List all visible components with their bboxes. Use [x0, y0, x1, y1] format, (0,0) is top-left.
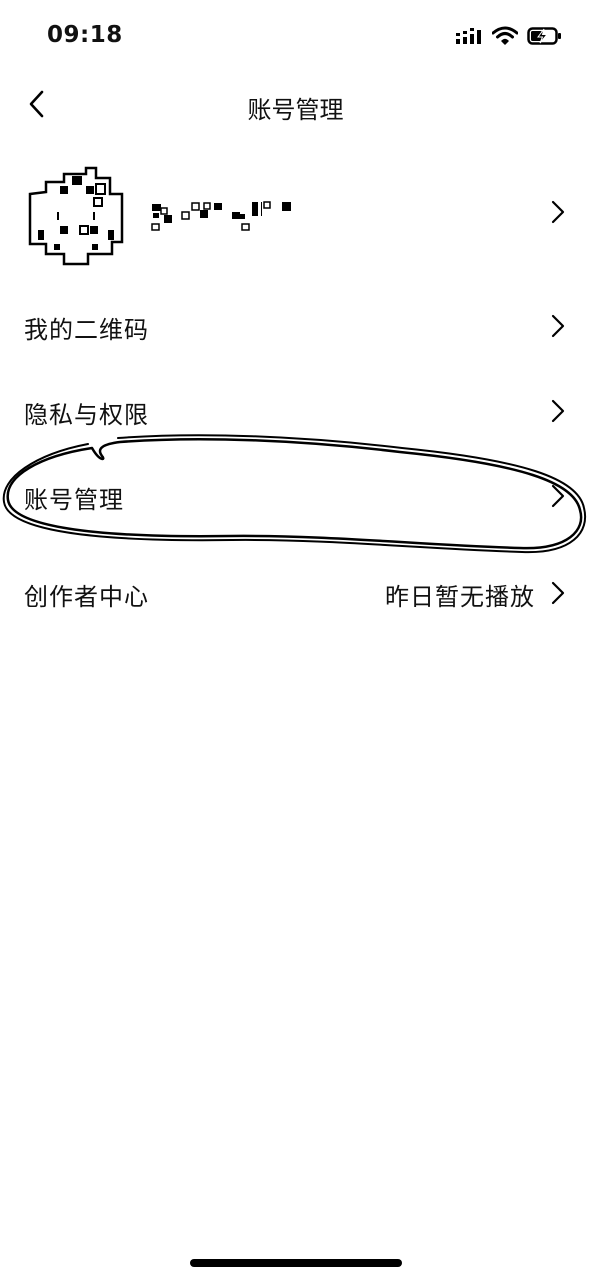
chevron-right-icon	[551, 484, 565, 508]
cellular-signal-icon	[455, 26, 483, 46]
menu-item-qr-code[interactable]: 我的二维码	[0, 284, 591, 368]
status-time: 09:18	[47, 22, 123, 48]
menu-item-label: 账号管理	[24, 486, 124, 514]
home-indicator[interactable]	[190, 1259, 402, 1267]
menu-item-label: 我的二维码	[24, 316, 149, 344]
chevron-right-icon	[551, 200, 565, 224]
menu-item-privacy[interactable]: 隐私与权限	[0, 369, 591, 453]
chevron-right-icon	[551, 581, 565, 605]
avatar[interactable]	[24, 164, 128, 266]
battery-charging-icon	[527, 26, 563, 46]
chevron-right-icon	[551, 314, 565, 338]
menu-item-label: 创作者中心	[24, 583, 149, 611]
menu-item-label: 隐私与权限	[24, 401, 149, 429]
wifi-icon	[492, 26, 518, 46]
chevron-right-icon	[551, 399, 565, 423]
nav-bar: 账号管理	[0, 76, 591, 136]
username-obscured	[150, 200, 300, 236]
menu-item-value: 昨日暂无播放	[385, 583, 535, 611]
menu-item-account-management[interactable]: 账号管理	[0, 454, 591, 538]
status-icons	[455, 26, 563, 46]
profile-row[interactable]	[0, 160, 591, 270]
menu-item-creator-center[interactable]: 创作者中心 昨日暂无播放	[0, 551, 591, 635]
status-bar: 09:18	[0, 0, 591, 76]
page-title: 账号管理	[247, 96, 344, 124]
